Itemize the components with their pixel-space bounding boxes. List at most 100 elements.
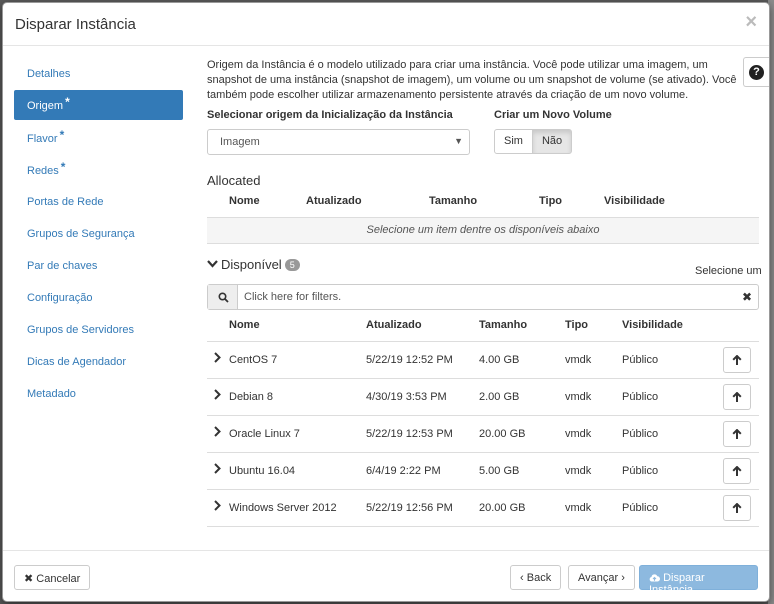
available-count-badge: 5: [284, 259, 300, 271]
boot-source-label: Selecionar origem da Inicialização da In…: [207, 109, 453, 121]
nav-item-network-ports[interactable]: Portas de Rede: [14, 186, 183, 218]
table-row: CentOS 7 5/22/19 12:52 PM 4.00 GB vmdk P…: [207, 341, 759, 378]
row-size: 4.00 GB: [479, 354, 520, 366]
table-bottom-border: [207, 526, 759, 527]
chevron-right-icon[interactable]: [213, 352, 221, 363]
available-title: Disponível: [221, 257, 282, 272]
row-updated: 4/30/19 3:53 PM: [366, 391, 447, 403]
arrow-up-icon: [732, 429, 742, 439]
chevron-down-icon: [207, 260, 218, 268]
row-size: 5.00 GB: [479, 465, 520, 477]
no-button[interactable]: Não: [531, 129, 573, 154]
table-row: Oracle Linux 7 5/22/19 12:53 PM 20.00 GB…: [207, 415, 759, 452]
row-updated: 6/4/19 2:22 PM: [366, 465, 441, 477]
nav-item-label: Par de chaves: [27, 260, 98, 272]
filter-bar[interactable]: Click here for filters. ✖: [207, 284, 759, 310]
chevron-right-icon: ›: [621, 572, 625, 584]
launch-instance-button[interactable]: Disparar Instância: [639, 565, 758, 596]
nav-item-label: Portas de Rede: [27, 196, 104, 208]
col-header-size[interactable]: Tamanho: [429, 195, 477, 207]
wizard-nav: Detalhes Origem * Flavor * Redes * Portas d…: [14, 58, 183, 410]
nav-item-key-pair[interactable]: Par de chaves: [14, 250, 183, 282]
available-toggle[interactable]: Disponível 5: [207, 257, 300, 272]
nav-item-configuration[interactable]: Configuração: [14, 282, 183, 314]
modal-footer: ✖ Cancelar ‹ Back Avançar › Disparar Ins…: [3, 550, 769, 601]
table-row: Ubuntu 16.04 6/4/19 2:22 PM 5.00 GB vmdk…: [207, 452, 759, 489]
nav-item-security-groups[interactable]: Grupos de Segurança: [14, 218, 183, 250]
allocate-button[interactable]: [723, 384, 751, 410]
col-header-type[interactable]: Tipo: [539, 195, 562, 207]
allocate-button[interactable]: [723, 458, 751, 484]
chevron-down-icon: ▼: [454, 136, 463, 146]
col-header-size[interactable]: Tamanho: [479, 319, 527, 331]
required-marker: *: [59, 128, 65, 142]
clear-filter-icon[interactable]: ✖: [742, 290, 752, 304]
nav-item-networks[interactable]: Redes *: [14, 154, 183, 186]
allocated-empty-message: Selecione um item dentre os disponíveis …: [207, 217, 759, 244]
chevron-right-icon[interactable]: [213, 389, 221, 400]
row-size: 20.00 GB: [479, 502, 526, 514]
nav-item-label: Grupos de Segurança: [27, 228, 135, 240]
filter-input[interactable]: Click here for filters.: [244, 291, 341, 303]
close-icon[interactable]: ×: [745, 12, 757, 32]
boot-source-value: Imagem: [220, 136, 260, 148]
launch-instance-modal: Disparar Instância × Detalhes Origem * Fl…: [2, 2, 770, 602]
nav-item-label: Configuração: [27, 292, 93, 304]
nav-item-flavor[interactable]: Flavor *: [14, 122, 183, 154]
col-header-name[interactable]: Nome: [229, 319, 260, 331]
row-name: Windows Server 2012: [229, 502, 337, 514]
back-button[interactable]: ‹ Back: [510, 565, 562, 590]
cloud-upload-icon: [649, 574, 661, 582]
yes-button[interactable]: Sim: [494, 129, 533, 154]
select-hint: Selecione um: [695, 265, 762, 277]
nav-item-server-groups[interactable]: Grupos de Servidores: [14, 314, 183, 346]
row-type: vmdk: [565, 428, 592, 440]
arrow-up-icon: [732, 392, 742, 402]
arrow-up-icon: [732, 466, 742, 476]
cancel-label: Cancelar: [36, 573, 81, 585]
col-header-name[interactable]: Nome: [229, 195, 260, 207]
col-header-visibility[interactable]: Visibilidade: [622, 319, 683, 331]
row-updated: 5/22/19 12:53 PM: [366, 428, 453, 440]
row-type: vmdk: [565, 391, 592, 403]
step-description: Origem da Instância é o modelo utilizado…: [207, 59, 737, 101]
cancel-button[interactable]: ✖ Cancelar: [14, 565, 91, 590]
nav-item-label: Grupos de Servidores: [27, 324, 134, 336]
chevron-right-icon[interactable]: [213, 500, 221, 511]
help-button[interactable]: ?: [743, 57, 769, 87]
nav-item-source[interactable]: Origem *: [14, 90, 183, 120]
nav-item-label: Flavor: [27, 133, 58, 145]
search-icon-addon: [208, 285, 238, 309]
col-header-visibility[interactable]: Visibilidade: [604, 195, 665, 207]
source-step: Origem da Instância é o modelo utilizado…: [207, 58, 759, 103]
row-visibility: Público: [622, 391, 659, 403]
next-button[interactable]: Avançar ›: [568, 565, 635, 590]
col-header-type[interactable]: Tipo: [565, 319, 588, 331]
row-updated: 5/22/19 12:56 PM: [366, 502, 453, 514]
nav-item-details[interactable]: Detalhes: [14, 58, 183, 90]
nav-item-metadata[interactable]: Metadado: [14, 378, 183, 410]
row-name: Debian 8: [229, 391, 274, 403]
row-type: vmdk: [565, 465, 592, 477]
required-marker: *: [65, 95, 70, 109]
modal-title: Disparar Instância: [15, 16, 136, 33]
allocate-button[interactable]: [723, 347, 751, 373]
chevron-left-icon: ‹: [520, 572, 524, 584]
row-updated: 5/22/19 12:52 PM: [366, 354, 453, 366]
col-header-updated[interactable]: Atualizado: [306, 195, 362, 207]
row-visibility: Público: [622, 502, 659, 514]
boot-source-select[interactable]: Imagem ▼: [207, 129, 470, 155]
row-type: vmdk: [565, 502, 592, 514]
table-row: Windows Server 2012 5/22/19 12:56 PM 20.…: [207, 489, 759, 526]
allocate-button[interactable]: [723, 495, 751, 521]
col-header-updated[interactable]: Atualizado: [366, 319, 422, 331]
new-volume-label: Criar um Novo Volume: [494, 109, 612, 121]
nav-item-scheduler-hints[interactable]: Dicas de Agendador: [14, 346, 183, 378]
nav-item-label: Dicas de Agendador: [27, 356, 127, 368]
chevron-right-icon[interactable]: [213, 463, 221, 474]
search-icon: [218, 292, 229, 303]
modal-header: Disparar Instância ×: [3, 3, 769, 46]
next-label: Avançar: [578, 572, 619, 584]
allocate-button[interactable]: [723, 421, 751, 447]
chevron-right-icon[interactable]: [213, 426, 221, 437]
